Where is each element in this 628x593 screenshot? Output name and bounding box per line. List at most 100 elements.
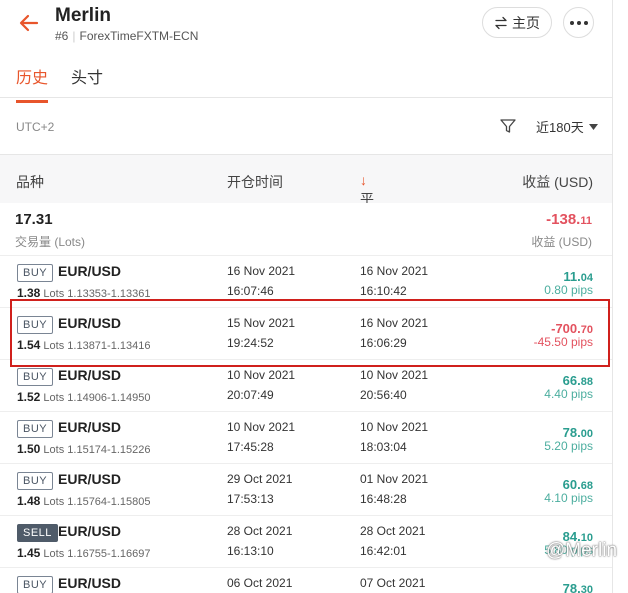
trade-lots-line: 1.54 Lots 1.13871-1.13416 xyxy=(17,338,150,352)
tab-bar: 历史 头寸 xyxy=(0,48,612,103)
trade-row[interactable]: BUY EUR/USD 1.54 Lots 1.13871-1.13416 15 No… xyxy=(0,308,612,360)
column-profit: 收益 (USD) xyxy=(522,174,593,190)
trade-prices: 1.13871-1.13416 xyxy=(67,340,151,352)
scroll-edge xyxy=(613,0,628,593)
trade-profit-main: 11. xyxy=(563,269,581,284)
trade-profit-main: 78. xyxy=(562,581,581,593)
trade-symbol: EUR/USD xyxy=(58,523,122,539)
account-subtitle: #6 | ForexTimeFXTM-ECN xyxy=(55,29,198,43)
switch-arrows-icon xyxy=(495,16,507,29)
trade-profit-main: 66. xyxy=(562,373,581,388)
total-profit: -138.11 xyxy=(546,211,592,228)
trade-lots-line: 1.38 Lots 1.13353-1.13361 xyxy=(17,286,150,300)
total-lots: 17.31 xyxy=(15,211,53,228)
trade-symbol: EUR/USD xyxy=(58,367,122,383)
trade-row[interactable]: BUY EUR/USD 1.52 Lots 1.14906-1.14950 10 No… xyxy=(0,360,612,412)
trade-close-time: 18:03:04 xyxy=(360,440,407,454)
trade-open-date: 15 Nov 2021 xyxy=(227,316,296,330)
trade-lots-unit: Lots xyxy=(43,288,65,300)
trade-open-date: 10 Nov 2021 xyxy=(227,420,296,434)
back-arrow-icon[interactable] xyxy=(16,10,42,36)
home-button[interactable]: 主页 xyxy=(482,7,552,38)
trade-profit-main: 60. xyxy=(562,477,581,492)
trade-prices: 1.13353-1.13361 xyxy=(67,288,151,300)
trade-prices: 1.15174-1.15226 xyxy=(67,444,151,456)
total-profit-cents: 11 xyxy=(580,215,592,227)
trade-close-time: 16:10:42 xyxy=(360,284,407,298)
trade-open-time: 19:24:52 xyxy=(227,336,274,350)
trade-close-time: 16:48:28 xyxy=(360,492,407,506)
period-dropdown[interactable]: 近180天 xyxy=(536,117,598,136)
column-open-time[interactable]: 开仓时间 xyxy=(227,172,283,192)
trade-profit-main: -700. xyxy=(551,321,581,336)
trade-side-badge: BUY xyxy=(17,368,54,386)
trade-open-date: 28 Oct 2021 xyxy=(227,524,293,538)
total-profit-label: 收益 (USD) xyxy=(531,235,592,249)
trade-lots: 1.54 xyxy=(17,338,41,352)
trade-lots: 1.38 xyxy=(17,286,41,300)
trade-symbol: EUR/USD xyxy=(58,263,122,279)
timezone-label: UTC+2 xyxy=(16,120,55,134)
trade-close-date: 28 Oct 2021 xyxy=(360,524,426,538)
trade-side-badge: BUY xyxy=(17,264,54,282)
trade-close-date: 07 Oct 2021 xyxy=(360,576,426,590)
trade-close-time: 16:42:01 xyxy=(360,544,407,558)
more-dot-icon xyxy=(583,20,588,25)
column-instrument: 品种 xyxy=(16,174,44,190)
subtitle-separator: | xyxy=(72,29,76,43)
trade-open-time: 16:07:46 xyxy=(227,284,274,298)
summary-row: 17.31 交易量 (Lots) -138.11 收益 (USD) xyxy=(0,203,612,256)
trade-side-badge: BUY xyxy=(17,472,54,490)
trade-prices: 1.15764-1.15805 xyxy=(67,496,151,508)
trade-lots: 1.48 xyxy=(17,494,41,508)
trade-close-time: 20:56:40 xyxy=(360,388,407,402)
trade-side-badge: SELL xyxy=(17,524,58,542)
trade-close-time: 16:06:29 xyxy=(360,336,407,350)
trade-pips: 4.10 pips xyxy=(544,491,593,505)
trade-pips: 5.20 pips xyxy=(544,439,593,453)
trade-row[interactable]: BUY EUR/USD 06 Oct 2021 07 Oct 2021 78.30 xyxy=(0,568,612,593)
trade-lots-unit: Lots xyxy=(43,496,65,508)
trade-row[interactable]: BUY EUR/USD 1.50 Lots 1.15174-1.15226 10 No… xyxy=(0,412,612,464)
trade-history-panel: Merlin #6 | ForexTimeFXTM-ECN 主页 历史 头寸 UTC… xyxy=(0,0,613,593)
column-close-time[interactable]: 平仓时间 ↓ xyxy=(360,172,374,267)
trade-side-badge: BUY xyxy=(17,316,54,334)
trade-close-date: 10 Nov 2021 xyxy=(360,420,429,434)
more-dot-icon xyxy=(576,20,581,25)
trade-open-date: 10 Nov 2021 xyxy=(227,368,296,382)
filter-icon[interactable] xyxy=(499,117,517,135)
trade-open-time: 20:07:49 xyxy=(227,388,274,402)
trade-symbol: EUR/USD xyxy=(58,419,122,435)
wechat-icon xyxy=(520,542,541,559)
trade-symbol: EUR/USD xyxy=(58,315,122,331)
trade-side-badge: BUY xyxy=(17,420,54,438)
trade-close-date: 01 Nov 2021 xyxy=(360,472,429,486)
trade-side-badge: BUY xyxy=(17,576,54,593)
watermark: @Merlin xyxy=(520,540,617,562)
trade-open-date: 06 Oct 2021 xyxy=(227,576,293,590)
total-lots-label: 交易量 (Lots) xyxy=(15,235,86,249)
trade-open-time: 17:45:28 xyxy=(227,440,274,454)
more-options-button[interactable] xyxy=(563,7,594,38)
trade-open-date: 29 Oct 2021 xyxy=(227,472,293,486)
tab-positions[interactable]: 头寸 xyxy=(71,64,103,100)
trade-prices: 1.16755-1.16697 xyxy=(67,548,151,560)
account-header: Merlin #6 | ForexTimeFXTM-ECN 主页 xyxy=(0,0,612,48)
trade-symbol: EUR/USD xyxy=(58,575,122,591)
trade-lots-line: 1.52 Lots 1.14906-1.14950 xyxy=(17,390,150,404)
trade-lots: 1.50 xyxy=(17,442,41,456)
trade-profit: 78.00 xyxy=(563,425,593,440)
more-dot-icon xyxy=(569,20,574,25)
trade-profit: 66.88 xyxy=(563,373,593,388)
trade-row[interactable]: BUY EUR/USD 1.48 Lots 1.15764-1.15805 29 Oc… xyxy=(0,464,612,516)
filter-toolbar: UTC+2 近180天 xyxy=(0,98,612,155)
trade-profit: 78.30 xyxy=(563,581,593,593)
trade-lots-unit: Lots xyxy=(43,548,65,560)
total-profit-main: -138. xyxy=(546,211,581,228)
column-header: 品种 开仓时间 平仓时间 ↓ 收益 (USD) xyxy=(0,155,612,267)
trade-close-date: 16 Nov 2021 xyxy=(360,264,429,278)
trade-lots-line: 1.50 Lots 1.15174-1.15226 xyxy=(17,442,150,456)
trade-lots-unit: Lots xyxy=(43,444,65,456)
trade-row[interactable]: BUY EUR/USD 1.38 Lots 1.13353-1.13361 16 No… xyxy=(0,256,612,308)
caret-down-icon xyxy=(588,123,598,130)
